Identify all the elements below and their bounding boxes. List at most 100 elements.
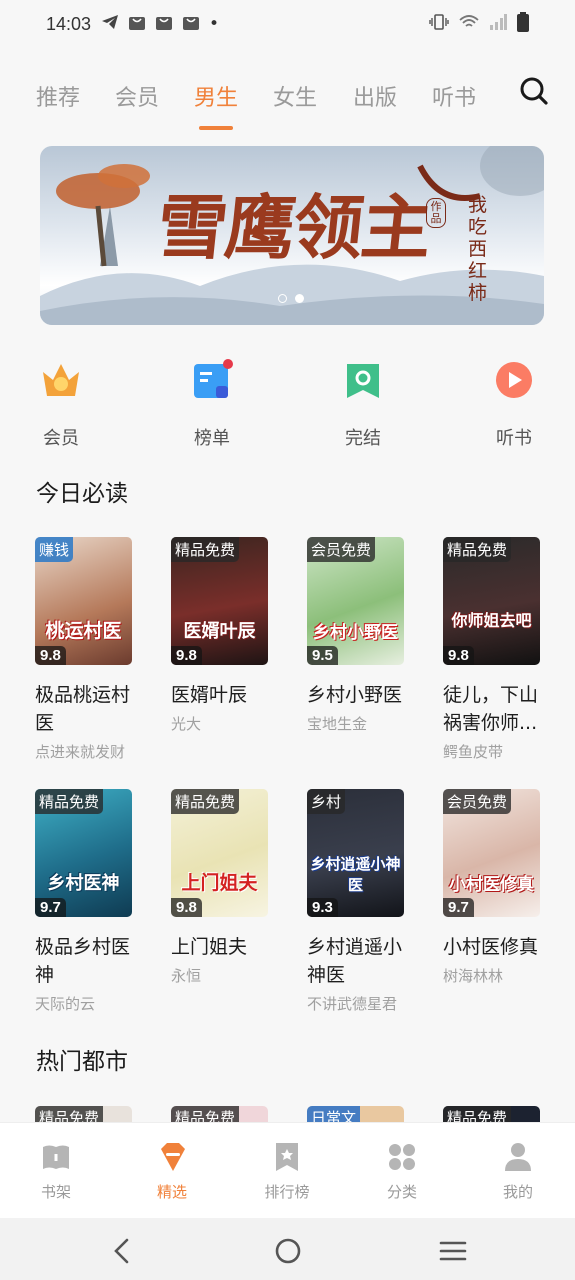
promo-banner[interactable]: 雪鹰领主 我吃西红柿 作品 bbox=[40, 146, 544, 325]
book-card[interactable]: 会员免费 乡村小野医 9.5 乡村小野医 宝地生金 bbox=[307, 537, 427, 734]
banner-pagination bbox=[278, 294, 304, 303]
quick-entry-audiobook[interactable]: 听书 bbox=[469, 352, 559, 450]
quick-entry-completed[interactable]: 完结 bbox=[318, 352, 408, 450]
nav-label: 排行榜 bbox=[264, 1183, 310, 1201]
ranking-list-icon bbox=[190, 358, 234, 402]
book-score: 9.8 bbox=[171, 898, 202, 917]
signal-icon bbox=[489, 13, 507, 35]
book-cover-title: 小村医修真 bbox=[449, 875, 534, 895]
book-score: 9.8 bbox=[443, 646, 474, 665]
book-name: 极品乡村医神 bbox=[35, 936, 131, 986]
book-author: 鳄鱼皮带 bbox=[443, 743, 504, 761]
book-card[interactable]: 赚钱 桃运村医 9.8 极品桃运村医 点进来就发财 bbox=[35, 537, 155, 762]
tab-publish[interactable]: 出版 bbox=[353, 80, 397, 112]
vibrate-icon bbox=[429, 13, 449, 36]
tab-member[interactable]: 会员 bbox=[115, 80, 159, 112]
book-tag: 会员免费 bbox=[443, 789, 512, 814]
book-author: 永恒 bbox=[171, 967, 202, 985]
banner-dot-active[interactable] bbox=[295, 294, 304, 303]
book-score: 9.8 bbox=[35, 646, 66, 665]
book-tag: 精品免费 bbox=[443, 537, 512, 562]
book-cover: 赚钱 桃运村医 9.8 bbox=[35, 537, 132, 665]
active-tab-indicator bbox=[199, 126, 233, 130]
book-score: 9.3 bbox=[307, 898, 338, 917]
battery-icon bbox=[517, 11, 529, 37]
book-card[interactable]: 精品免费 上门姐夫 9.8 上门姐夫 永恒 bbox=[171, 789, 291, 986]
book-cover: 精品免费 乡村医神 9.7 bbox=[35, 789, 132, 917]
quick-entry-ranking[interactable]: 榜单 bbox=[167, 352, 257, 450]
book-cover: 乡村 乡村逍遥小神医 9.3 bbox=[307, 789, 404, 917]
book-cover-title: 乡村小野医 bbox=[313, 623, 398, 643]
book-author: 宝地生金 bbox=[307, 715, 368, 733]
tab-male[interactable]: 男生 bbox=[194, 80, 238, 112]
quick-entry-member[interactable]: 会员 bbox=[16, 352, 106, 450]
home-icon[interactable] bbox=[273, 1236, 303, 1266]
nav-label: 我的 bbox=[502, 1183, 533, 1201]
book-name: 徒儿，下山祸害你师... bbox=[443, 684, 539, 734]
nav-featured[interactable]: 精选 bbox=[132, 1141, 212, 1202]
book-name: 医婿叶辰 bbox=[171, 684, 248, 706]
featured-icon bbox=[157, 1141, 187, 1173]
tab-female[interactable]: 女生 bbox=[273, 80, 317, 112]
book-cover: 精品免费 你师姐去吧 9.8 bbox=[443, 537, 540, 665]
book-card[interactable]: 会员免费 小村医修真 9.7 小村医修真 树海林林 bbox=[443, 789, 563, 986]
book-author: 不讲武德星君 bbox=[307, 995, 398, 1013]
nav-ranking[interactable]: 排行榜 bbox=[247, 1141, 327, 1202]
book-score: 9.5 bbox=[307, 646, 338, 665]
tab-recommend[interactable]: 推荐 bbox=[36, 80, 80, 112]
banner-title: 雪鹰领主 bbox=[153, 186, 434, 269]
quick-entry-label: 完结 bbox=[345, 428, 381, 449]
banner-dot[interactable] bbox=[278, 294, 287, 303]
banner-author-seal: 作品 bbox=[426, 198, 446, 228]
nav-label: 分类 bbox=[386, 1183, 417, 1201]
book-author: 光大 bbox=[171, 715, 202, 733]
play-audio-icon bbox=[492, 358, 536, 402]
bookmark-complete-icon bbox=[341, 358, 385, 402]
book-name: 乡村小野医 bbox=[307, 684, 403, 706]
book-tag: 乡村 bbox=[307, 789, 346, 814]
book-cover-title: 上门姐夫 bbox=[181, 872, 258, 894]
back-icon[interactable] bbox=[108, 1236, 138, 1266]
quick-entry-label: 听书 bbox=[496, 428, 532, 449]
nav-profile[interactable]: 我的 bbox=[478, 1141, 558, 1202]
telegram-icon bbox=[101, 14, 119, 35]
book-card[interactable]: 乡村 乡村逍遥小神医 9.3 乡村逍遥小神医 不讲武德星君 bbox=[307, 789, 427, 1014]
section-title-hot-city: 热门都市 bbox=[36, 1049, 128, 1075]
bookshelf-icon bbox=[41, 1141, 71, 1173]
book-name: 上门姐夫 bbox=[171, 936, 248, 958]
quick-entry-label: 榜单 bbox=[194, 428, 230, 449]
book-cover-title: 乡村医神 bbox=[47, 873, 120, 894]
book-score: 9.8 bbox=[171, 646, 202, 665]
book-cover: 精品免费 医婿叶辰 9.8 bbox=[171, 537, 268, 665]
bottom-navigation: 书架 精选 排行榜 分类 我的 bbox=[0, 1122, 575, 1218]
shopping-bag-icon bbox=[128, 13, 146, 36]
system-navigation-bar bbox=[0, 1218, 575, 1280]
book-tag: 精品免费 bbox=[35, 789, 104, 814]
status-bar: 14:03 • bbox=[0, 0, 575, 48]
search-icon[interactable] bbox=[519, 76, 549, 106]
book-cover-title: 乡村逍遥小神医 bbox=[310, 855, 401, 894]
book-score: 9.7 bbox=[35, 898, 66, 917]
book-author: 天际的云 bbox=[35, 995, 96, 1013]
book-cover: 精品免费 上门姐夫 9.8 bbox=[171, 789, 268, 917]
tab-audiobook[interactable]: 听书 bbox=[432, 80, 476, 112]
book-name: 乡村逍遥小神医 bbox=[307, 936, 403, 986]
ranking-icon bbox=[272, 1141, 302, 1173]
book-cover: 会员免费 小村医修真 9.7 bbox=[443, 789, 540, 917]
book-card[interactable]: 精品免费 乡村医神 9.7 极品乡村医神 天际的云 bbox=[35, 789, 155, 1014]
book-score: 9.7 bbox=[443, 898, 474, 917]
wifi-icon bbox=[459, 14, 479, 35]
crown-icon bbox=[39, 358, 83, 402]
nav-category[interactable]: 分类 bbox=[362, 1141, 442, 1202]
book-name: 极品桃运村医 bbox=[35, 684, 131, 734]
top-tab-bar: 推荐 会员 男生 女生 出版 听书 bbox=[0, 72, 575, 132]
book-tag: 会员免费 bbox=[307, 537, 376, 562]
nav-bookshelf[interactable]: 书架 bbox=[16, 1141, 96, 1202]
book-name: 小村医修真 bbox=[443, 936, 539, 958]
book-cover-title: 医婿叶辰 bbox=[183, 621, 256, 642]
book-cover: 会员免费 乡村小野医 9.5 bbox=[307, 537, 404, 665]
menu-icon[interactable] bbox=[438, 1236, 468, 1266]
book-card[interactable]: 精品免费 医婿叶辰 9.8 医婿叶辰 光大 bbox=[171, 537, 291, 734]
banner-author: 我吃西红柿 bbox=[468, 194, 488, 304]
book-card[interactable]: 精品免费 你师姐去吧 9.8 徒儿，下山祸害你师... 鳄鱼皮带 bbox=[443, 537, 563, 762]
